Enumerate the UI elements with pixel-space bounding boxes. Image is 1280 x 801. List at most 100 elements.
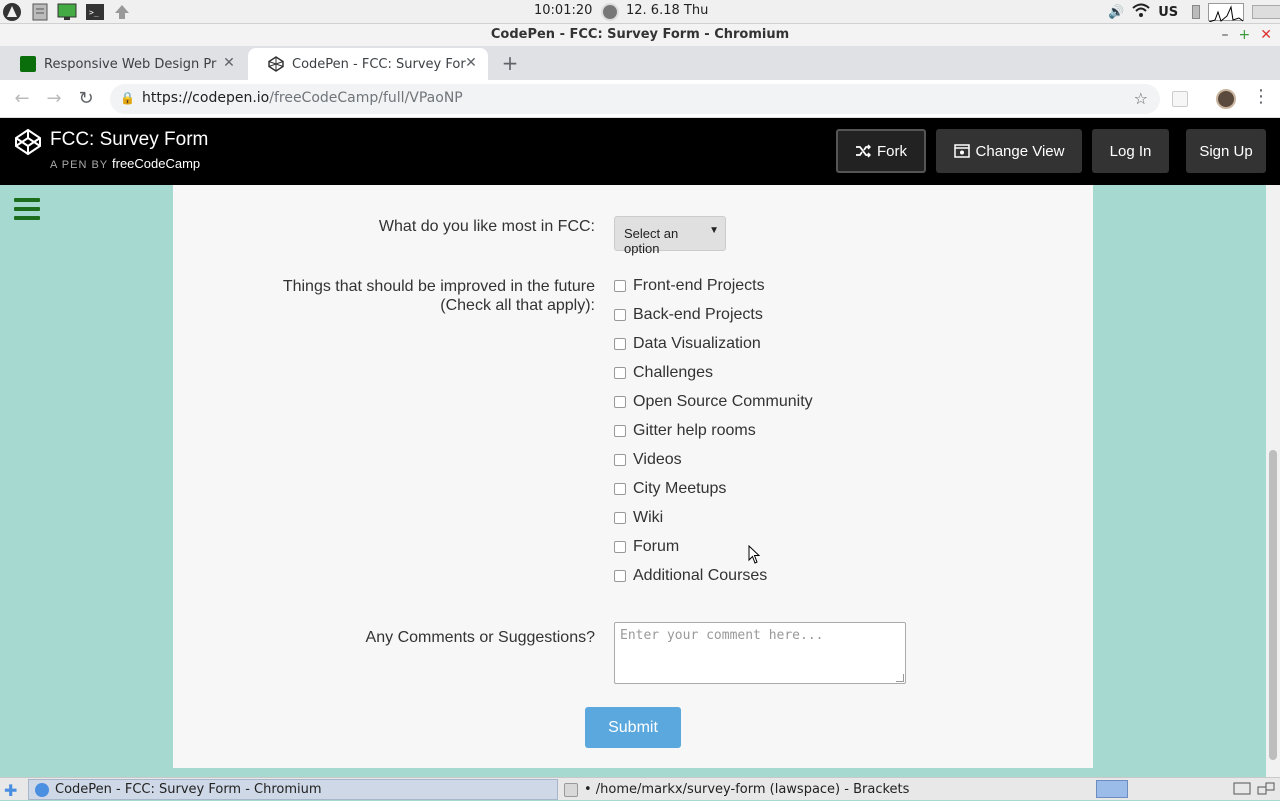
checkbox[interactable] [614, 425, 626, 437]
login-label: Log In [1109, 142, 1152, 160]
tab-codepen-survey-form[interactable]: CodePen - FCC: Survey For ✕ [248, 48, 488, 80]
lock-icon[interactable]: 🔒 [120, 91, 135, 105]
submit-button[interactable]: Submit [585, 707, 681, 748]
hamburger-menu-icon[interactable] [14, 198, 40, 222]
checkbox-label: City Meetups [633, 480, 727, 497]
checkbox-option[interactable]: Open Source Community [614, 392, 813, 412]
close-button[interactable]: ✕ [1260, 27, 1272, 43]
terminal-icon[interactable]: >_ [85, 2, 105, 22]
fork-icon [856, 144, 871, 158]
address-bar[interactable]: 🔒 https://codepen.io/freeCodeCamp/full/V… [110, 84, 1160, 114]
taskbar-item-brackets[interactable]: • /home/markx/survey-form (lawspace) - B… [558, 779, 1098, 800]
workspace-switcher-icon[interactable] [1096, 780, 1128, 798]
wifi-icon[interactable] [1132, 3, 1150, 21]
window-controls: – + ✕ [1222, 24, 1272, 46]
checkbox-label: Forum [633, 538, 680, 555]
page-scrollbar[interactable] [1266, 185, 1280, 777]
taskbar-item-label: • /home/markx/survey-form (lawspace) - B… [584, 782, 910, 797]
browser-menu-icon[interactable]: ⋮ [1252, 86, 1270, 107]
close-tab-icon[interactable]: ✕ [220, 54, 238, 72]
checkbox[interactable] [614, 483, 626, 495]
url-text[interactable]: https://codepen.io/freeCodeCamp/full/VPa… [142, 90, 463, 106]
cpu-graph-icon [1208, 3, 1245, 22]
system-monitor-icon[interactable] [57, 2, 77, 22]
pen-author-link[interactable]: freeCodeCamp [112, 156, 200, 171]
checkbox-label: Wiki [633, 509, 664, 526]
checkbox[interactable] [614, 396, 626, 408]
mouse-cursor-icon [748, 545, 761, 564]
battery-icon [1192, 5, 1201, 19]
maximize-button[interactable]: + [1239, 27, 1251, 43]
codepen-header: FCC: Survey Form A PEN BY freeCodeCamp F… [0, 118, 1280, 185]
volume-icon[interactable]: 🔊 [1108, 5, 1124, 20]
brackets-icon [564, 782, 578, 797]
checkbox[interactable] [614, 512, 626, 524]
linux-logo-icon[interactable] [2, 2, 22, 22]
checkbox-option[interactable]: Forum [614, 537, 679, 557]
file-manager-icon[interactable] [30, 2, 50, 22]
checkbox-option[interactable]: City Meetups [614, 479, 726, 499]
change-view-button[interactable]: Change View [936, 129, 1082, 173]
forward-button[interactable]: → [42, 87, 66, 111]
checkbox[interactable] [614, 338, 626, 350]
back-button[interactable]: ← [10, 87, 34, 111]
checkbox[interactable] [614, 454, 626, 466]
codepen-favicon-icon [268, 56, 284, 72]
checkbox-option[interactable]: Videos [614, 450, 682, 470]
fork-button[interactable]: Fork [836, 129, 926, 173]
extension-icon[interactable] [1172, 91, 1188, 107]
checkbox-option[interactable]: Gitter help rooms [614, 421, 756, 441]
checkbox-option[interactable]: Front-end Projects [614, 276, 765, 296]
os-clock: 10:01:20 [534, 3, 593, 18]
checkbox-option[interactable]: Challenges [614, 363, 713, 383]
start-menu-icon[interactable]: ✚ [4, 781, 17, 800]
checkbox-option[interactable]: Additional Courses [614, 566, 767, 586]
taskbar-item-chromium[interactable]: CodePen - FCC: Survey Form - Chromium [28, 779, 558, 800]
checkbox[interactable] [614, 309, 626, 321]
checkbox-label: Open Source Community [633, 393, 813, 410]
svg-text:>_: >_ [89, 8, 99, 17]
comments-textarea[interactable]: Enter your comment here... [614, 622, 906, 684]
os-date: 12. 6.18 Thu [626, 3, 709, 18]
tab-responsive-web-design[interactable]: Responsive Web Design Pr ✕ [0, 48, 246, 80]
login-button[interactable]: Log In [1092, 129, 1169, 173]
os-taskbar: ✚ CodePen - FCC: Survey Form - Chromium … [0, 777, 1280, 800]
up-arrow-icon[interactable] [112, 2, 132, 22]
close-tab-icon[interactable]: ✕ [462, 54, 480, 72]
checkbox-option[interactable]: Back-end Projects [614, 305, 763, 325]
like-most-select[interactable]: Select an option ▼ [614, 216, 726, 256]
keyboard-layout[interactable]: US [1158, 5, 1178, 20]
tab-bar: Responsive Web Design Pr ✕ CodePen - FCC… [0, 46, 1280, 80]
comments-label: Any Comments or Suggestions? [365, 629, 595, 646]
checkbox-label: Gitter help rooms [633, 422, 756, 439]
tab-label: CodePen - FCC: Survey For [292, 56, 466, 72]
bookmark-star-icon[interactable]: ☆ [1134, 89, 1148, 108]
codepen-logo-icon[interactable] [14, 128, 42, 156]
checkbox-label: Back-end Projects [633, 306, 763, 323]
checkbox[interactable] [614, 367, 626, 379]
checkbox[interactable] [614, 541, 626, 553]
signup-label: Sign Up [1199, 142, 1253, 160]
minimize-button[interactable]: – [1222, 27, 1229, 43]
scrollbar-thumb[interactable] [1269, 450, 1277, 760]
checkbox-option[interactable]: Wiki [614, 508, 663, 528]
checkbox-label: Videos [633, 451, 682, 468]
os-top-bar: >_ 10:01:20 12. 6.18 Thu 🔊 US [0, 0, 1280, 24]
reload-button[interactable]: ↻ [74, 87, 98, 111]
taskbar-item-label: CodePen - FCC: Survey Form - Chromium [55, 782, 322, 797]
checkbox[interactable] [614, 570, 626, 582]
tab-label: Responsive Web Design Pr [44, 56, 217, 72]
dropdown-arrow-icon: ▼ [709, 225, 719, 236]
pen-byline: A PEN BY freeCodeCamp [50, 156, 200, 171]
show-desktop-icon[interactable] [1232, 781, 1276, 797]
checkbox-label: Additional Courses [633, 567, 768, 584]
checkbox-label: Data Visualization [633, 335, 761, 352]
signup-button[interactable]: Sign Up [1186, 129, 1266, 173]
new-tab-button[interactable]: + [498, 51, 522, 75]
url-host: https://codepen.io [142, 90, 270, 106]
resize-grip-icon[interactable] [896, 674, 904, 682]
checkbox-option[interactable]: Data Visualization [614, 334, 761, 354]
profile-avatar[interactable] [1216, 89, 1236, 109]
change-view-label: Change View [975, 142, 1065, 160]
checkbox[interactable] [614, 280, 626, 292]
